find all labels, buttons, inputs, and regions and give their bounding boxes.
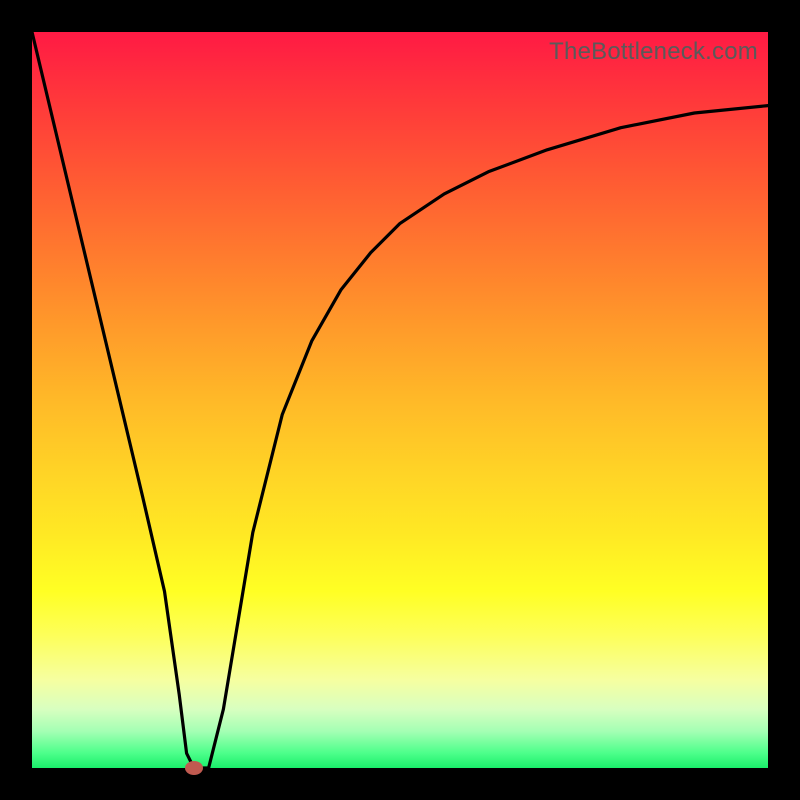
- notch-marker: [185, 761, 203, 775]
- chart-frame: TheBottleneck.com: [0, 0, 800, 800]
- bottleneck-curve: [32, 32, 768, 768]
- curve-svg: [32, 32, 768, 768]
- plot-area: TheBottleneck.com: [32, 32, 768, 768]
